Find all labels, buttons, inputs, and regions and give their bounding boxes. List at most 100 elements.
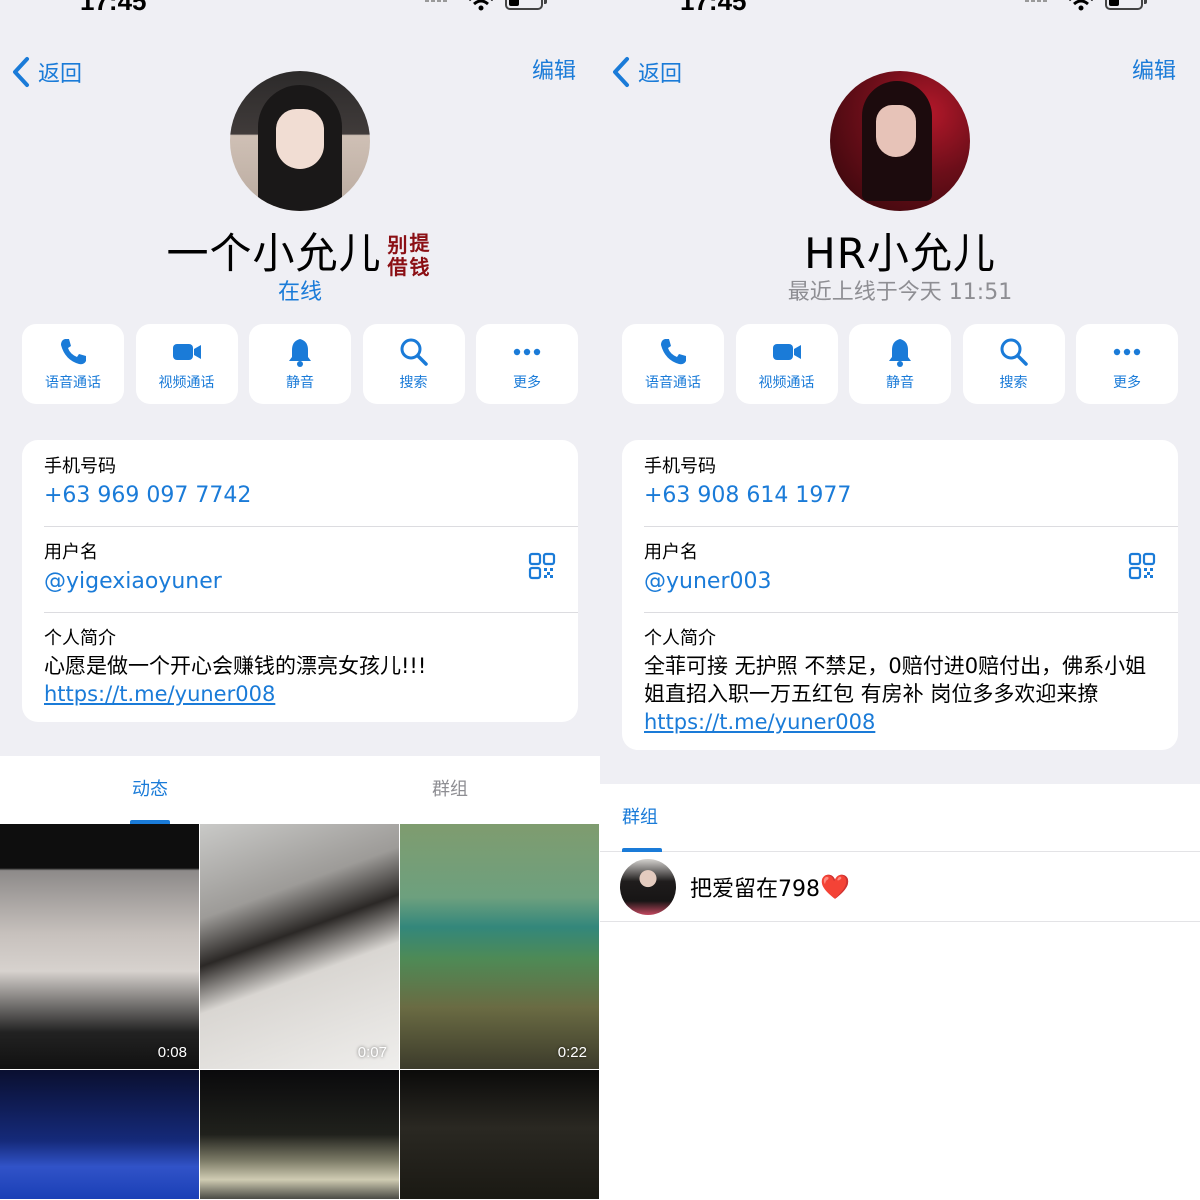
qr-code-icon[interactable]: [1128, 552, 1156, 580]
heart-icon: ❤️: [820, 872, 850, 901]
tab-posts[interactable]: 动态: [0, 756, 300, 824]
bio-row: 个人简介 心愿是做一个开心会赚钱的漂亮女孩儿!!! https://t.me/y…: [22, 612, 578, 722]
username[interactable]: @yuner003: [644, 566, 1156, 598]
groups-header: 群组: [600, 784, 1200, 852]
search-button[interactable]: 搜索: [962, 324, 1065, 404]
status-time: 17:45: [680, 0, 747, 16]
username-label: 用户名: [44, 542, 98, 563]
voice-call-button[interactable]: 语音通话: [622, 324, 724, 404]
more-button[interactable]: 更多: [476, 324, 578, 404]
profile-name: 一个小允儿别提借钱: [0, 220, 600, 281]
group-name: 把爱留在798: [690, 876, 820, 902]
username-row[interactable]: 用户名 @yigexiaoyuner: [22, 526, 578, 612]
phone-icon: [661, 339, 686, 365]
action-label: 搜索: [399, 375, 428, 391]
profile-name-text: 一个小允儿: [166, 229, 382, 278]
signal-icon: [425, 0, 457, 12]
back-button[interactable]: 返回: [610, 52, 682, 92]
video-duration: 0:07: [357, 1044, 387, 1061]
bio-label: 个人简介: [644, 628, 716, 649]
wifi-icon: [469, 0, 493, 11]
back-button[interactable]: 返回: [10, 52, 82, 92]
username-row[interactable]: 用户名 @yuner003: [622, 526, 1178, 612]
action-label: 视频通话: [158, 375, 215, 391]
status-bar: 17:45: [0, 0, 600, 20]
avatar[interactable]: [830, 71, 970, 211]
action-label: 静音: [886, 375, 914, 391]
bio-content: 全菲可接 无护照 不禁足，0赔付进0赔付出，佛系小姐姐直招入职一万五红包 有房补…: [644, 654, 1147, 706]
media-thumbnail[interactable]: 0:08: [0, 824, 200, 1070]
action-bar: 语音通话 视频通话 静音 搜索 更多: [22, 324, 578, 404]
edit-button[interactable]: 编辑: [1132, 52, 1176, 92]
bio-link[interactable]: https://t.me/yuner008: [644, 710, 875, 734]
action-bar: 语音通话 视频通话 静音 搜索 更多: [622, 324, 1178, 404]
signal-icon: [1025, 0, 1057, 12]
back-label: 返回: [38, 62, 83, 87]
more-icon: [513, 348, 541, 356]
video-duration: 0:22: [557, 1044, 587, 1061]
phone-label: 手机号码: [644, 456, 716, 477]
tab-groups[interactable]: 群组: [300, 756, 600, 824]
voice-call-button[interactable]: 语音通话: [22, 324, 124, 404]
phone-row[interactable]: 手机号码 +63 908 614 1977: [622, 440, 1178, 526]
profile-screen-left: 17:45 返回 编辑 一个小允儿别提借钱 在线 语音通话 视频通话 静音 搜索: [0, 0, 600, 1200]
media-thumbnail[interactable]: [0, 1070, 200, 1200]
wifi-icon: [1069, 0, 1093, 11]
groups-list: 把爱留在798 ❤️: [600, 852, 1200, 1200]
info-card: 手机号码 +63 908 614 1977 用户名 @yuner003 个人简介…: [622, 440, 1178, 750]
bio-link[interactable]: https://t.me/yuner008: [44, 682, 275, 706]
bio-text: 全菲可接 无护照 不禁足，0赔付进0赔付出，佛系小姐姐直招入职一万五红包 有房补…: [644, 652, 1156, 736]
video-call-button[interactable]: 视频通话: [135, 324, 238, 404]
action-label: 语音通话: [45, 375, 101, 391]
bell-icon: [289, 339, 311, 367]
avatar[interactable]: [230, 71, 370, 211]
edit-button[interactable]: 编辑: [532, 52, 576, 92]
username[interactable]: @yigexiaoyuner: [44, 566, 556, 598]
battery-icon: [1105, 0, 1147, 10]
bio-label: 个人简介: [44, 628, 116, 649]
chevron-left-icon: [613, 57, 629, 87]
qr-code-icon[interactable]: [528, 552, 556, 580]
mute-button[interactable]: 静音: [249, 324, 351, 404]
action-label: 更多: [513, 375, 541, 391]
phone-label: 手机号码: [44, 456, 116, 477]
tab-groups[interactable]: 群组: [622, 784, 662, 852]
video-icon: [172, 344, 201, 360]
group-avatar: [620, 858, 676, 915]
search-icon: [400, 338, 428, 366]
sticker-char: 提: [409, 230, 431, 255]
video-call-button[interactable]: 视频通话: [735, 324, 838, 404]
info-card: 手机号码 +63 969 097 7742 用户名 @yigexiaoyuner…: [22, 440, 578, 722]
profile-screen-right: 17:45 返回 编辑 HR小允儿 最近上线于今天 11:51 语音通话 视频通…: [600, 0, 1200, 1200]
action-label: 静音: [286, 375, 314, 391]
chevron-left-icon: [13, 57, 29, 87]
action-label: 语音通话: [645, 375, 701, 391]
battery-icon: [505, 0, 547, 10]
back-label: 返回: [638, 62, 683, 87]
phone-row[interactable]: 手机号码 +63 969 097 7742: [22, 440, 578, 526]
video-icon: [772, 344, 801, 360]
sticker-char: 别: [387, 232, 409, 257]
list-item[interactable]: 把爱留在798 ❤️: [600, 852, 1200, 922]
phone-icon: [61, 339, 86, 365]
profile-name: HR小允儿: [804, 229, 996, 278]
media-thumbnail[interactable]: 0:07: [200, 824, 400, 1070]
action-label: 更多: [1113, 375, 1141, 391]
bio-content: 心愿是做一个开心会赚钱的漂亮女孩儿!!!: [44, 654, 427, 678]
phone-number[interactable]: +63 908 614 1977: [644, 480, 1156, 512]
search-button[interactable]: 搜索: [362, 324, 465, 404]
phone-number[interactable]: +63 969 097 7742: [44, 480, 556, 512]
profile-tabs: 动态 群组: [0, 756, 600, 824]
bio-text: 心愿是做一个开心会赚钱的漂亮女孩儿!!! https://t.me/yuner0…: [44, 652, 556, 708]
media-grid: 0:08 0:07 0:22: [0, 824, 600, 1200]
media-thumbnail[interactable]: [200, 1070, 400, 1200]
more-icon: [1113, 348, 1141, 356]
more-button[interactable]: 更多: [1076, 324, 1178, 404]
action-label: 搜索: [999, 375, 1028, 391]
bio-row: 个人简介 全菲可接 无护照 不禁足，0赔付进0赔付出，佛系小姐姐直招入职一万五红…: [622, 612, 1178, 750]
username-label: 用户名: [644, 542, 698, 563]
media-thumbnail[interactable]: [400, 1070, 600, 1200]
media-thumbnail[interactable]: 0:22: [400, 824, 600, 1070]
mute-button[interactable]: 静音: [849, 324, 951, 404]
search-icon: [1000, 338, 1028, 366]
